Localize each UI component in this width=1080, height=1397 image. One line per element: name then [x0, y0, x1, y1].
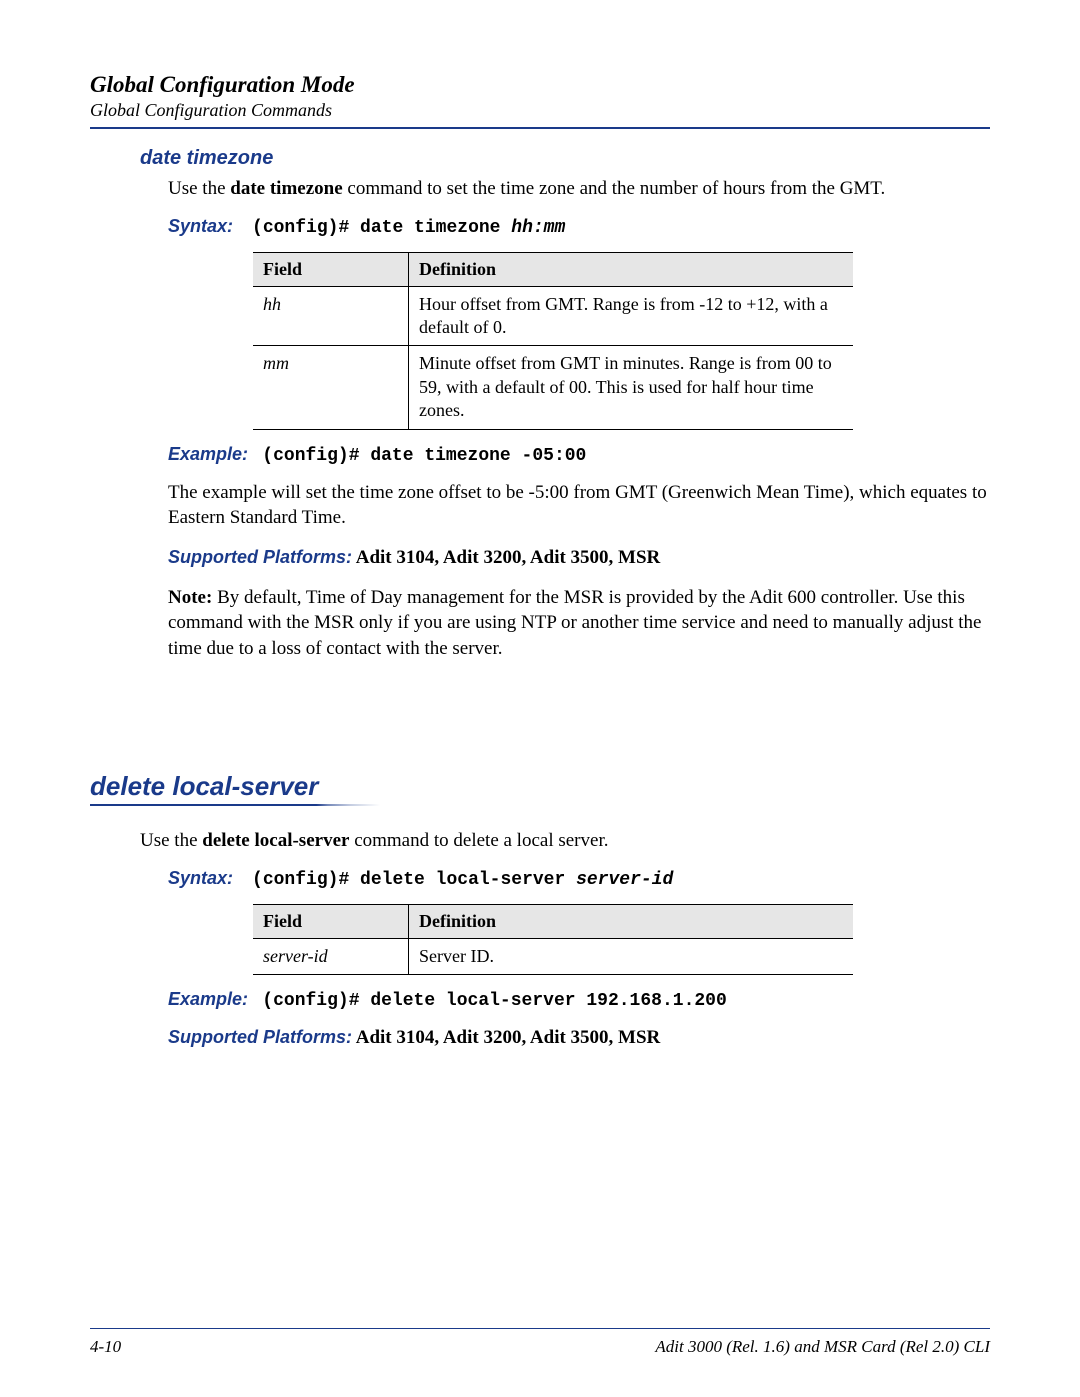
page-header-subtitle: Global Configuration Commands	[90, 100, 990, 121]
example-label: Example:	[168, 989, 248, 1009]
table-cell-definition: Hour offset from GMT. Range is from -12 …	[409, 286, 854, 346]
supported-platforms-row: Supported Platforms: Adit 3104, Adit 320…	[168, 545, 990, 571]
example-row: Example: (config)# date timezone -05:00	[168, 444, 990, 466]
table-row: hh Hour offset from GMT. Range is from -…	[253, 286, 853, 346]
syntax-row: Syntax: (config)# date timezone hh:mm	[168, 216, 990, 238]
footer-doc-title: Adit 3000 (Rel. 1.6) and MSR Card (Rel 2…	[655, 1337, 990, 1357]
field-table-delete-local-server: Field Definition server-id Server ID.	[253, 904, 853, 975]
header-rule	[90, 127, 990, 129]
table-header-definition: Definition	[409, 252, 854, 286]
page: Global Configuration Mode Global Configu…	[0, 0, 1080, 1397]
intro-post: command to set the time zone and the num…	[343, 178, 886, 199]
table-header-field: Field	[253, 905, 409, 939]
table-cell-field: server-id	[253, 939, 409, 975]
section-heading-date-timezone: date timezone	[140, 147, 990, 170]
syntax-command: (config)# delete local-server	[252, 870, 576, 890]
field-table-date-timezone: Field Definition hh Hour offset from GMT…	[253, 252, 853, 430]
intro-pre: Use the	[140, 830, 202, 851]
example-row: Example: (config)# delete local-server 1…	[168, 989, 990, 1011]
syntax-row: Syntax: (config)# delete local-server se…	[168, 868, 990, 890]
page-header-title: Global Configuration Mode	[90, 72, 990, 98]
example-command: (config)# date timezone -05:00	[262, 446, 586, 466]
intro-paragraph: Use the date timezone command to set the…	[168, 176, 990, 202]
syntax-label: Syntax:	[168, 216, 233, 236]
page-footer: 4-10 Adit 3000 (Rel. 1.6) and MSR Card (…	[90, 1328, 990, 1357]
note-label: Note:	[168, 587, 217, 608]
syntax-arg: server-id	[576, 870, 673, 890]
section-heading-rule	[90, 804, 380, 806]
intro-pre: Use the	[168, 178, 230, 199]
supported-platforms-label: Supported Platforms:	[168, 1027, 352, 1047]
intro-post: command to delete a local server.	[349, 830, 608, 851]
supported-platforms-value: Adit 3104, Adit 3200, Adit 3500, MSR	[352, 547, 660, 568]
table-cell-definition: Server ID.	[409, 939, 854, 975]
example-command: (config)# delete local-server 192.168.1.…	[262, 991, 726, 1011]
table-cell-definition: Minute offset from GMT in minutes. Range…	[409, 346, 854, 429]
supported-platforms-value: Adit 3104, Adit 3200, Adit 3500, MSR	[352, 1027, 660, 1048]
note-text: By default, Time of Day management for t…	[168, 587, 981, 659]
table-header-field: Field	[253, 252, 409, 286]
intro-paragraph: Use the delete local-server command to d…	[140, 828, 990, 854]
syntax-command: (config)# date timezone	[252, 218, 511, 238]
table-cell-field: hh	[253, 286, 409, 346]
syntax-arg: hh:mm	[511, 218, 565, 238]
footer-page-number: 4-10	[90, 1337, 121, 1357]
example-label: Example:	[168, 444, 248, 464]
section-heading-delete-local-server: delete local-server	[90, 771, 990, 802]
intro-bold: delete local-server	[202, 830, 349, 851]
intro-bold: date timezone	[230, 178, 342, 199]
table-row: server-id Server ID.	[253, 939, 853, 975]
note-paragraph: Note: By default, Time of Day management…	[168, 585, 990, 662]
table-row: mm Minute offset from GMT in minutes. Ra…	[253, 346, 853, 429]
supported-platforms-label: Supported Platforms:	[168, 547, 352, 567]
syntax-label: Syntax:	[168, 868, 233, 888]
table-header-definition: Definition	[409, 905, 854, 939]
example-explanation: The example will set the time zone offse…	[168, 480, 990, 531]
table-cell-field: mm	[253, 346, 409, 429]
supported-platforms-row: Supported Platforms: Adit 3104, Adit 320…	[168, 1025, 990, 1051]
